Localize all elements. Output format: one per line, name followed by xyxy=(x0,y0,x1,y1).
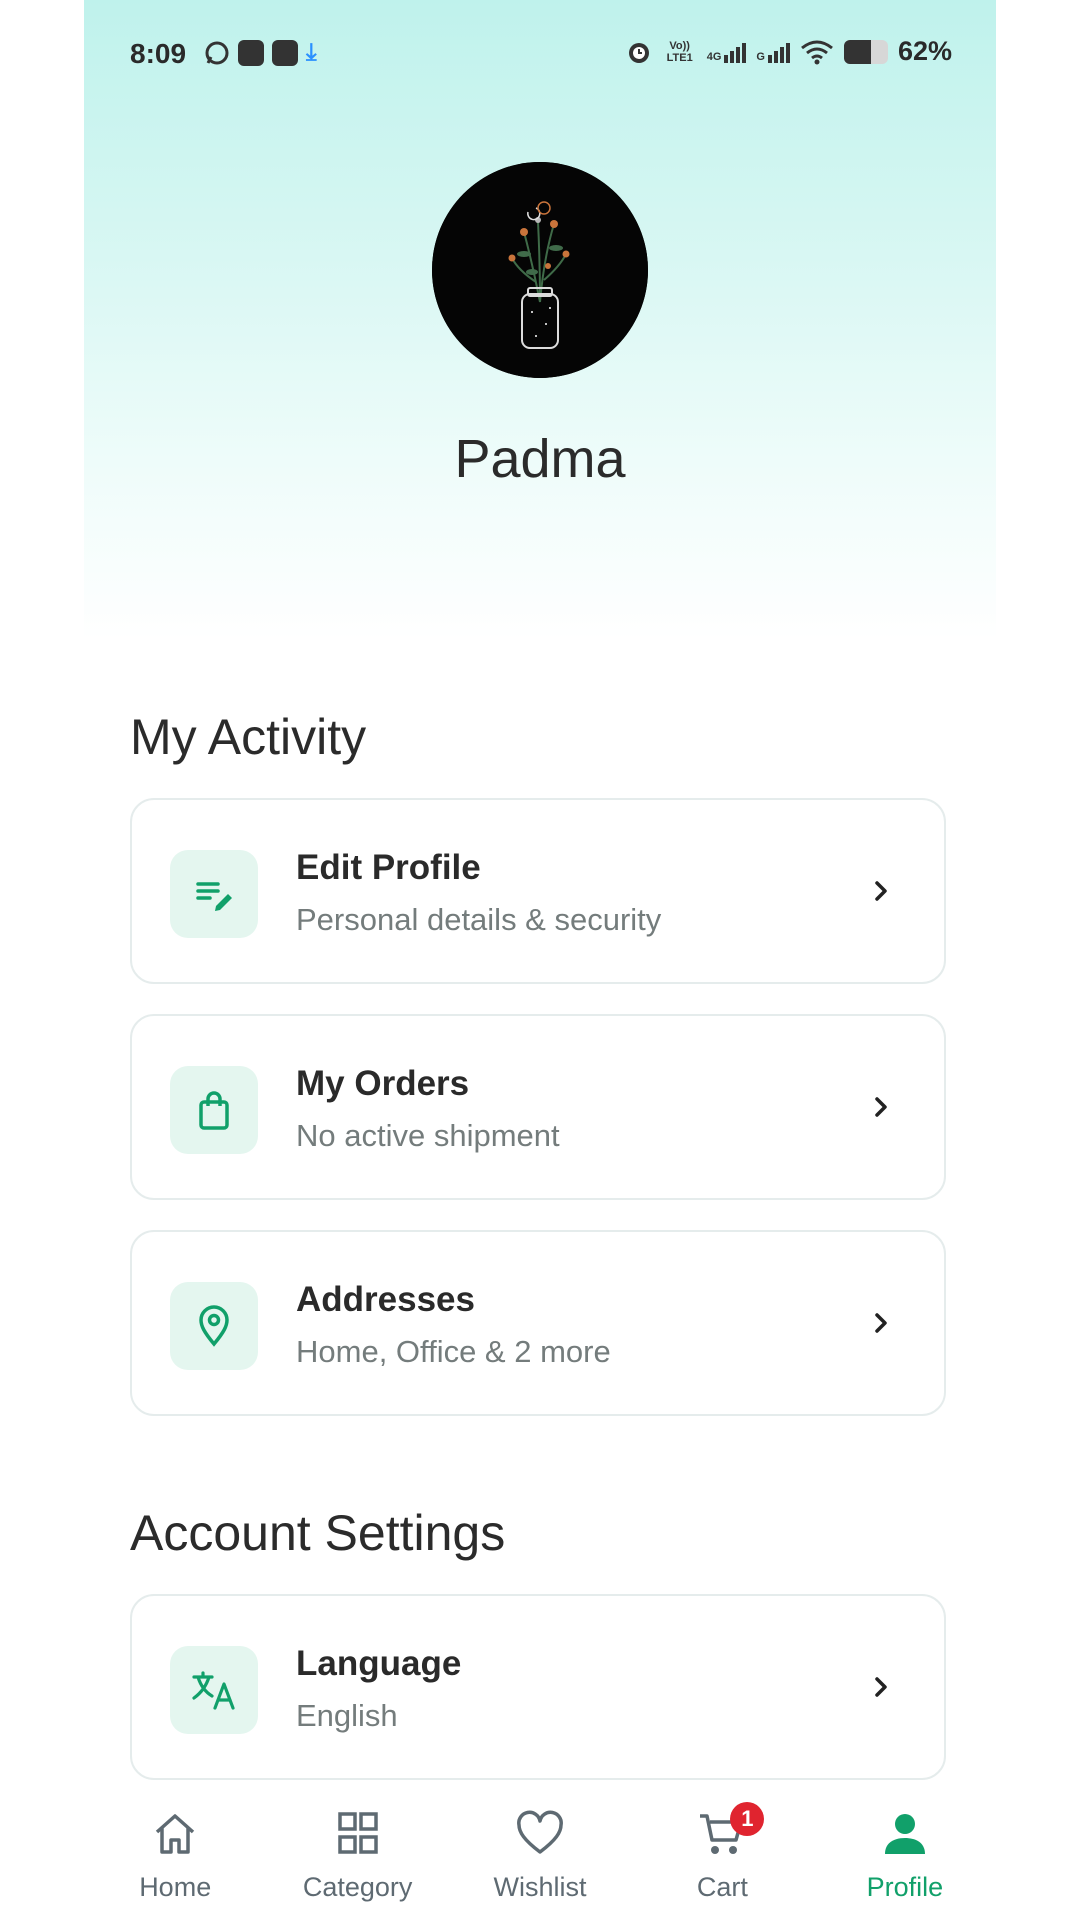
chevron-right-icon xyxy=(875,1097,887,1117)
section-title-my-activity: My Activity xyxy=(130,709,367,765)
signal-1: 4G xyxy=(707,41,747,63)
nav-home[interactable]: Home xyxy=(84,1792,266,1920)
nav-cart[interactable]: 1 Cart xyxy=(631,1792,813,1920)
cart-badge: 1 xyxy=(730,1802,765,1836)
edit-profile-title: Edit Profile xyxy=(296,848,481,887)
person-icon xyxy=(884,1814,925,1854)
status-bar: 8:09 ⤓ Vo)) LTE1 4G G 62% xyxy=(84,28,996,78)
language-title: Language xyxy=(296,1644,462,1683)
right-margin xyxy=(996,0,1080,1920)
camera-notification-icon xyxy=(272,40,298,66)
chevron-right-icon xyxy=(875,881,887,901)
network-type-1: 4G xyxy=(706,50,722,63)
profile-page: 8:09 ⤓ Vo)) LTE1 4G G 62% Padma My Activ… xyxy=(84,0,996,1920)
alarm-icon xyxy=(628,42,649,63)
status-time: 8:09 xyxy=(130,38,187,69)
wifi-icon xyxy=(801,40,833,64)
user-name: Padma xyxy=(454,429,626,489)
battery-icon xyxy=(843,39,888,64)
addresses-subtitle: Home, Office & 2 more xyxy=(296,1334,611,1369)
my-orders-subtitle: No active shipment xyxy=(296,1118,560,1153)
nav-wishlist-label: Wishlist xyxy=(493,1872,587,1902)
left-margin xyxy=(0,0,84,1920)
battery-percent: 62% xyxy=(897,36,952,66)
my-orders-title: My Orders xyxy=(296,1064,470,1103)
edit-profile-subtitle: Personal details & security xyxy=(296,902,662,937)
grid-icon xyxy=(337,1812,378,1854)
section-title-account-settings: Account Settings xyxy=(130,1505,506,1561)
chevron-right-icon xyxy=(875,1677,887,1697)
nav-profile[interactable]: Profile xyxy=(814,1792,996,1920)
avatar[interactable] xyxy=(432,162,648,378)
chevron-right-icon xyxy=(875,1313,887,1333)
signal-bars-1-icon xyxy=(724,41,747,63)
download-icon: ⤓ xyxy=(306,39,317,66)
status-right-icons: Vo)) LTE1 4G G 62% xyxy=(625,36,952,67)
addresses-card[interactable]: Addresses Home, Office & 2 more xyxy=(130,1230,946,1416)
nav-wishlist[interactable]: Wishlist xyxy=(449,1792,631,1920)
edit-list-icon xyxy=(170,850,258,938)
translate-icon xyxy=(170,1646,258,1734)
nav-category[interactable]: Category xyxy=(266,1792,448,1920)
home-icon xyxy=(156,1814,195,1854)
network-type-2: G xyxy=(756,50,765,63)
addresses-title: Addresses xyxy=(296,1280,475,1319)
whatsapp-icon xyxy=(205,41,229,65)
nav-home-label: Home xyxy=(139,1872,212,1902)
my-orders-card[interactable]: My Orders No active shipment xyxy=(130,1014,946,1200)
bottom-navigation: Home Category Wishlist 1 Cart Profile xyxy=(84,1792,996,1920)
profile-header: 8:09 ⤓ Vo)) LTE1 4G G 62% Padma xyxy=(84,0,996,640)
location-pin-icon xyxy=(170,1282,258,1370)
shopping-bag-icon xyxy=(170,1066,258,1154)
language-subtitle: English xyxy=(296,1698,398,1733)
nav-cart-label: Cart xyxy=(696,1872,748,1902)
app-notification-icon xyxy=(238,40,264,66)
heart-icon xyxy=(517,1810,563,1854)
nav-category-label: Category xyxy=(302,1872,413,1902)
volte-label: Vo)) LTE1 xyxy=(666,39,693,64)
signal-2: G xyxy=(756,41,790,63)
language-card[interactable]: Language English xyxy=(130,1594,946,1780)
edit-profile-card[interactable]: Edit Profile Personal details & security xyxy=(130,798,946,984)
flower-vase-illustration xyxy=(432,162,648,378)
notification-icons: ⤓ xyxy=(204,40,317,66)
nav-profile-label: Profile xyxy=(866,1872,944,1902)
signal-bars-2-icon xyxy=(767,41,790,63)
cart-icon-wrap: 1 xyxy=(696,1802,765,1858)
app-screen: 8:09 ⤓ Vo)) LTE1 4G G 62% Padma My Activ… xyxy=(0,0,1080,1920)
